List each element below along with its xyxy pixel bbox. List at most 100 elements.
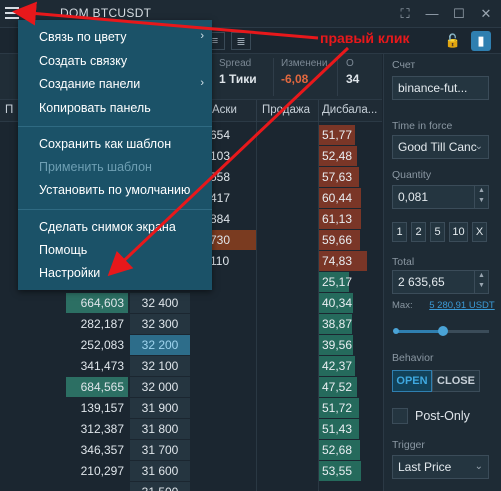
col-imbalance[interactable]: Дисбала...	[322, 104, 377, 116]
quantity-input[interactable]: 0,081 ▲ ▼	[392, 185, 489, 209]
total-label: Total	[392, 256, 415, 268]
bid-row[interactable]: 31 500	[0, 482, 382, 491]
imbalance-value: 60,44	[319, 188, 361, 208]
stat-value: 1 Тики	[219, 72, 257, 86]
menu-item-create-panel[interactable]: Создание панели	[39, 77, 140, 91]
menu-item-set-default[interactable]: Установить по умолчанию	[39, 183, 190, 197]
imbalance-value: 59,66	[319, 230, 360, 250]
fullscreen-icon[interactable]: ⛶	[398, 6, 412, 22]
price-level[interactable]: 31 800	[130, 419, 190, 439]
ask-volume: 884	[210, 212, 231, 226]
menu-item-save-template[interactable]: Сохранить как шаблон	[39, 137, 171, 151]
bid-row[interactable]: 139,157 31 900 51,72	[0, 398, 382, 419]
quantity-stepper[interactable]: ▲ ▼	[474, 186, 488, 208]
stat-value: -6,08	[281, 72, 309, 86]
imbalance-value: 39,56	[319, 335, 353, 355]
total-stepper[interactable]: ▲ ▼	[474, 271, 488, 293]
bid-row[interactable]: 210,297 31 600 53,55	[0, 461, 382, 482]
chevron-down-icon: ⌄	[474, 141, 483, 152]
imbalance-value: 42,37	[319, 356, 355, 376]
menu-item-color-link[interactable]: Связь по цвету	[39, 30, 127, 44]
behavior-label: Behavior	[392, 352, 434, 364]
window-controls: ⛶ — ☐ ✕	[398, 6, 493, 22]
menu-item-create-link[interactable]: Создать связку	[39, 54, 127, 68]
close-icon[interactable]: ✕	[479, 6, 493, 22]
trigger-select[interactable]: Last Price ⌄	[392, 455, 489, 479]
bid-volume: 282,187	[80, 317, 124, 331]
col-sell[interactable]: Продажа	[262, 104, 310, 116]
order-panel: Счет binance-fut... Time in force Good T…	[383, 54, 501, 491]
imbalance-value: 52,48	[319, 146, 357, 166]
ask-volume: 417	[210, 191, 231, 205]
qty-preset-2[interactable]: 2	[411, 222, 426, 242]
bid-volume: 346,357	[80, 443, 124, 457]
price-level[interactable]: 31 900	[130, 398, 190, 418]
tif-select[interactable]: Good Till Canc ⌄	[392, 135, 489, 159]
panel-toggle-icon[interactable]: ▮	[471, 31, 491, 51]
annotation-label: правый клик	[320, 30, 410, 46]
menu-item-help[interactable]: Помощь	[39, 243, 87, 257]
ask-volume: 110	[210, 254, 230, 268]
col-asks[interactable]: Аски	[212, 104, 237, 116]
total-value: 2 635,65	[398, 275, 445, 289]
open-button[interactable]: OPEN	[392, 370, 432, 392]
imbalance-value: 38,87	[319, 314, 352, 334]
max-label: Max:	[392, 300, 413, 311]
bid-volume: 684,565	[66, 377, 128, 397]
price-level[interactable]: 31 600	[130, 461, 190, 481]
price-level[interactable]: 31 500	[130, 482, 190, 491]
maximize-icon[interactable]: ☐	[452, 6, 466, 22]
max-value-link[interactable]: 5 280,91 USDT	[429, 300, 494, 311]
minimize-icon[interactable]: —	[425, 6, 439, 22]
post-only-checkbox[interactable]	[392, 408, 408, 424]
qty-preset-1[interactable]: 1	[392, 222, 407, 242]
price-level[interactable]: 32 300	[130, 314, 190, 334]
imbalance-value: 25,17	[319, 272, 352, 292]
bid-row[interactable]: 282,187 32 300 38,87	[0, 314, 382, 335]
context-menu: Связь по цвету › Создать связку Создание…	[18, 20, 212, 290]
tif-value: Good Till Canc	[398, 140, 477, 154]
stat-label: О	[346, 58, 354, 69]
price-level[interactable]: 31 700	[130, 440, 190, 460]
bid-row[interactable]: 684,565 32 000 47,52	[0, 377, 382, 398]
menu-item-screenshot[interactable]: Сделать снимок экрана	[39, 220, 176, 234]
bid-volume: 252,083	[80, 338, 124, 352]
bid-row[interactable]: 312,387 31 800 51,43	[0, 419, 382, 440]
bid-volume: 139,157	[80, 401, 124, 415]
bid-row[interactable]: 341,473 32 100 42,37	[0, 356, 382, 377]
stat-value: 34	[346, 72, 360, 86]
qty-preset-10[interactable]: 10	[449, 222, 468, 242]
quantity-value: 0,081	[398, 190, 429, 204]
account-select[interactable]: binance-fut...	[392, 76, 489, 100]
imbalance-value: 53,55	[319, 461, 361, 481]
post-only[interactable]: Post-Only	[392, 408, 470, 424]
max-line: Max: 5 280,91 USDT	[392, 300, 495, 311]
price-level[interactable]: 32 100	[130, 356, 190, 376]
slider-handle[interactable]	[437, 326, 448, 336]
lock-icon[interactable]: 🔓	[443, 31, 463, 51]
chevron-right-icon: ›	[200, 77, 204, 89]
quantity-presets: 1 2 5 10 X	[392, 222, 487, 242]
quantity-label: Quantity	[392, 169, 432, 181]
bid-row[interactable]: 664,603 32 400 40,34	[0, 293, 382, 314]
hamburger-menu-icon[interactable]	[5, 7, 19, 19]
price-level[interactable]: 32 000	[130, 377, 190, 397]
qty-preset-5[interactable]: 5	[430, 222, 445, 242]
align-down-icon[interactable]: ≣	[231, 32, 251, 50]
close-button[interactable]: CLOSE	[432, 370, 480, 392]
bid-row[interactable]: 346,357 31 700 52,68	[0, 440, 382, 461]
post-only-label: Post-Only	[415, 409, 470, 423]
bid-row[interactable]: 252,083 32 200 39,56	[0, 335, 382, 356]
col-bids[interactable]: П	[5, 104, 13, 116]
price-level[interactable]: 32 400	[130, 293, 190, 313]
ask-volume: 558	[210, 170, 231, 184]
bid-volume: 312,387	[80, 422, 124, 436]
menu-item-copy-panel[interactable]: Копировать панель	[39, 101, 151, 115]
total-input[interactable]: 2 635,65 ▲ ▼	[392, 270, 489, 294]
qty-preset-x[interactable]: X	[472, 222, 487, 242]
ask-volume: 103	[210, 149, 231, 163]
menu-item-settings[interactable]: Настройки	[39, 266, 100, 280]
current-price-level[interactable]: 32 200	[130, 335, 190, 355]
imbalance-value: 52,68	[319, 440, 360, 460]
amount-slider[interactable]	[393, 326, 489, 336]
